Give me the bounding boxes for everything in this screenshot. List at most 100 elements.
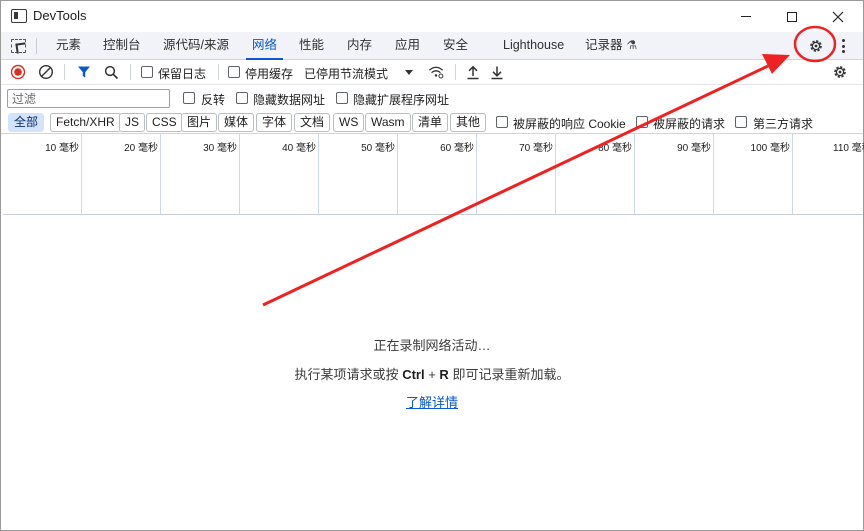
tab-application[interactable]: 应用 [395,32,420,59]
gear-icon [834,66,846,78]
import-har-button[interactable] [465,64,481,80]
timeline-tick-label: 110 毫秒 [833,143,864,154]
resource-type-bar: 全部 Fetch/XHR JS CSS 图片 媒体 字体 文档 WS Wasm … [1,111,863,134]
type-filter-manifest[interactable]: 清单 [412,113,449,132]
preserve-log-label: 保留日志 [158,67,207,81]
timeline-column: 40 毫秒 [240,134,319,215]
download-icon [491,66,503,79]
key-plus: + [428,367,436,382]
gear-icon [810,40,822,52]
wifi-settings-icon [428,66,444,79]
type-filter-js[interactable]: JS [119,113,146,132]
type-filter-ws[interactable]: WS [333,113,365,132]
type-filter-fetch-xhr[interactable]: Fetch/XHR [50,113,121,132]
title-bar: DevTools [1,1,863,32]
type-filter-media[interactable]: 媒体 [218,113,255,132]
hide-data-urls-label: 隐藏数据网址 [253,93,326,107]
blocked-requests-checkbox[interactable] [636,116,648,128]
minimize-icon [741,16,751,17]
learn-more-link[interactable]: 了解详情 [406,395,458,410]
tab-performance[interactable]: 性能 [299,32,324,59]
timeline-tick-label: 70 毫秒 [519,143,553,154]
type-filter-doc[interactable]: 文档 [294,113,331,132]
key-r: R [439,367,449,382]
search-icon [104,65,118,79]
clear-icon [38,64,54,80]
timeline-tick-label: 10 毫秒 [45,143,79,154]
timeline-column: 30 毫秒 [161,134,240,215]
invert-checkbox[interactable] [183,92,195,104]
maximize-icon [787,11,797,22]
type-filter-css[interactable]: CSS [146,113,183,132]
third-party-checkbox[interactable] [735,116,747,128]
timeline-column: 90 毫秒 [635,134,714,215]
more-options-icon[interactable] [839,38,847,54]
record-icon [10,64,26,80]
throttling-select[interactable]: 已停用节流模式 [304,65,388,82]
maximize-button[interactable] [769,1,815,32]
preserve-log-checkbox[interactable] [141,66,153,78]
network-settings-button[interactable] [832,64,848,80]
search-button[interactable] [103,64,119,80]
blocked-cookies-checkbox[interactable] [496,116,508,128]
inspect-element-icon[interactable] [11,39,26,53]
chevron-down-icon[interactable] [405,70,413,75]
tab-elements[interactable]: 元素 [56,32,81,59]
export-har-button[interactable] [489,64,505,80]
network-conditions-button[interactable] [428,64,444,80]
key-ctrl: Ctrl [402,367,425,382]
settings-button[interactable] [806,36,826,56]
filter-bar: 反转 隐藏数据网址 隐藏扩展程序网址 [1,86,863,111]
type-filter-wasm[interactable]: Wasm [365,113,411,132]
hide-data-urls-checkbox[interactable] [236,92,248,104]
hide-extension-urls-checkbox[interactable] [336,92,348,104]
reload-hint-text: 执行某项请求或按 Ctrl + R 即可记录重新加载。 [1,364,863,383]
timeline-tick-label: 80 毫秒 [598,143,632,154]
minimize-button[interactable] [723,1,769,32]
tab-lighthouse[interactable]: Lighthouse [503,32,564,59]
upload-icon [467,65,479,79]
timeline-overview[interactable]: 10 毫秒 20 毫秒 30 毫秒 40 毫秒 50 毫秒 60 毫秒 70 毫… [3,134,864,215]
panel-tab-bar: 元素 控制台 源代码/来源 网络 性能 内存 应用 安全 Lighthouse … [1,32,863,60]
timeline-column: 10 毫秒 [3,134,82,215]
tab-memory[interactable]: 内存 [347,32,372,59]
toolbar-separator [130,64,131,80]
tab-console[interactable]: 控制台 [103,32,141,59]
tab-sources[interactable]: 源代码/来源 [163,32,229,59]
tab-network[interactable]: 网络 [245,32,284,60]
timeline-column: 70 毫秒 [477,134,556,215]
hide-extension-urls-label: 隐藏扩展程序网址 [353,93,450,107]
devtools-window: DevTools 元素 控制台 源代码/来源 网络 性能 内存 应用 安全 Li… [0,0,864,531]
timeline-tick-label: 50 毫秒 [361,143,395,154]
timeline-column: 110 毫秒 [793,134,864,215]
devtools-window-icon [11,9,27,23]
timeline-tick-label: 100 毫秒 [750,143,790,154]
timeline-column: 100 毫秒 [714,134,793,215]
clear-button[interactable] [38,64,54,80]
third-party-label: 第三方请求 [753,117,814,131]
tab-recorder[interactable]: 记录器 ⚗ [585,32,637,59]
record-button[interactable] [10,64,26,80]
toolbar-separator [218,64,219,80]
type-filter-img[interactable]: 图片 [181,113,218,132]
filter-icon [78,66,90,78]
filter-input[interactable] [7,89,170,108]
type-filter-all[interactable]: 全部 [8,113,45,132]
timeline-tick-label: 30 毫秒 [203,143,237,154]
recording-status-text: 正在录制网络活动… [373,338,491,353]
close-button[interactable] [815,1,861,32]
timeline-column: 20 毫秒 [82,134,161,215]
timeline-tick-label: 90 毫秒 [677,143,711,154]
disable-cache-checkbox[interactable] [228,66,240,78]
tab-security[interactable]: 安全 [443,32,468,59]
timeline-column: 80 毫秒 [556,134,635,215]
type-filter-other[interactable]: 其他 [450,113,487,132]
toolbar-separator [455,64,456,80]
invert-label: 反转 [201,93,226,107]
type-filter-font[interactable]: 字体 [256,113,293,132]
network-toolbar: 保留日志 停用缓存 已停用节流模式 [1,60,863,85]
timeline-tick-label: 60 毫秒 [440,143,474,154]
filter-toggle-button[interactable] [76,64,92,80]
timeline-column: 60 毫秒 [398,134,477,215]
tab-recorder-label: 记录器 [585,38,623,52]
